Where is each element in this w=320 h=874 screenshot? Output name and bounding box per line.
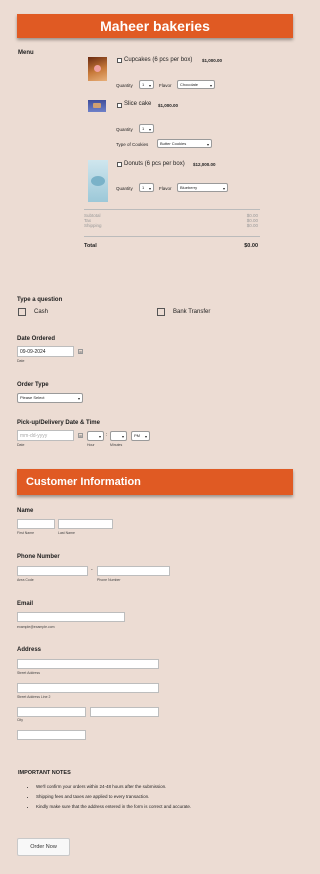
cupcake-image bbox=[88, 57, 107, 81]
cash-checkbox[interactable] bbox=[18, 308, 26, 316]
email-label: Email bbox=[17, 601, 34, 607]
bank-transfer-checkbox[interactable] bbox=[157, 308, 165, 316]
chevron-down-icon: ▾ bbox=[98, 434, 101, 439]
name-label: Name bbox=[17, 508, 34, 514]
street-address-2-input[interactable] bbox=[17, 683, 159, 693]
menu-label: Menu bbox=[18, 50, 34, 56]
divider bbox=[84, 209, 260, 210]
customer-info-heading: Customer Information bbox=[17, 469, 293, 495]
cookie-type-select[interactable]: Butter Cookies ▾ bbox=[157, 139, 212, 148]
order-type-label: Order Type bbox=[17, 382, 49, 388]
donuts-checkbox[interactable] bbox=[117, 162, 122, 167]
note-item: We'll confirm your orders within 24-48 h… bbox=[36, 782, 306, 792]
chevron-down-icon: ▾ bbox=[144, 434, 147, 439]
chevron-down-icon: ▾ bbox=[121, 434, 124, 439]
notes-title: IMPORTANT NOTES bbox=[18, 770, 71, 776]
area-code-sub: Area Code bbox=[17, 578, 34, 582]
product-name: Cupcakes (6 pcs per box) bbox=[124, 57, 193, 63]
chevron-down-icon: ▾ bbox=[206, 142, 209, 147]
date-sub: Date bbox=[17, 359, 25, 363]
quantity-select[interactable]: 1 ▾ bbox=[139, 80, 154, 89]
chevron-down-icon: ▾ bbox=[148, 186, 151, 191]
product-name: Donuts (6 pcs per box) bbox=[124, 161, 185, 167]
date-ordered-label: Date Ordered bbox=[17, 336, 56, 342]
chevron-down-icon: ▾ bbox=[209, 83, 212, 88]
quantity-select[interactable]: 1 ▾ bbox=[139, 124, 154, 133]
last-name-sub: Last Name bbox=[58, 531, 75, 535]
summary-values: $0.00 $0.00 $0.00 bbox=[246, 213, 258, 228]
divider bbox=[84, 236, 260, 237]
product-price: $1,000.00 bbox=[202, 58, 223, 63]
quantity-label: Quantity bbox=[116, 83, 133, 88]
donuts-image bbox=[88, 160, 108, 202]
first-name-input[interactable] bbox=[17, 519, 55, 529]
slice-cake-image bbox=[88, 100, 106, 112]
minutes-sub: Minutes bbox=[110, 443, 123, 447]
minutes-select[interactable]: ▾ bbox=[110, 431, 127, 441]
quantity-label: Quantity bbox=[116, 186, 133, 191]
slice-cake-checkbox[interactable] bbox=[117, 103, 122, 108]
email-input[interactable] bbox=[17, 612, 125, 622]
hour-sub: Hour bbox=[87, 443, 95, 447]
chevron-down-icon: ▾ bbox=[222, 186, 225, 191]
last-name-input[interactable] bbox=[58, 519, 113, 529]
total-label: Total bbox=[84, 243, 97, 249]
chevron-down-icon: ▾ bbox=[148, 127, 151, 132]
total-value: $0.00 bbox=[244, 243, 258, 249]
state-input[interactable] bbox=[90, 707, 159, 717]
cookie-type-label: Type of Cookies bbox=[116, 142, 149, 147]
order-now-button[interactable]: Order Now bbox=[17, 838, 70, 856]
calendar-icon[interactable]: ▦ bbox=[78, 349, 83, 354]
city-input[interactable] bbox=[17, 707, 86, 717]
summary-labels: Subtotal Tax Shipping bbox=[84, 213, 102, 228]
flavor-select[interactable]: Blueberry ▾ bbox=[177, 183, 228, 192]
flavor-label: Flavor bbox=[159, 186, 172, 191]
hour-select[interactable]: ▾ bbox=[87, 431, 104, 441]
email-sub: example@example.com bbox=[17, 625, 55, 629]
street-address-input[interactable] bbox=[17, 659, 159, 669]
quantity-label: Quantity bbox=[116, 127, 133, 132]
street-address-sub: Street Address bbox=[17, 671, 40, 675]
product-name: Slice cake bbox=[124, 101, 152, 107]
area-code-input[interactable] bbox=[17, 566, 88, 576]
chevron-down-icon: ▾ bbox=[148, 83, 151, 88]
calendar-icon[interactable]: ▦ bbox=[78, 433, 83, 438]
chevron-down-icon: ▾ bbox=[77, 396, 80, 401]
notes-list: We'll confirm your orders within 24-48 h… bbox=[16, 782, 306, 812]
order-type-select[interactable]: Please Select ▾ bbox=[17, 393, 83, 403]
product-price: $12,000.00 bbox=[193, 162, 216, 167]
phone-number-sub: Phone Number bbox=[97, 578, 121, 582]
pickup-date-input[interactable]: mm-dd-yyyy bbox=[17, 430, 74, 441]
note-item: Shipping fees and taxes are applied to e… bbox=[36, 792, 306, 802]
phone-dash: - bbox=[91, 567, 93, 573]
product-price: $1,000.00 bbox=[158, 103, 179, 108]
note-item: Kindly make sure that the address entere… bbox=[36, 802, 306, 812]
time-separator: : bbox=[106, 432, 108, 438]
phone-number-input[interactable] bbox=[97, 566, 170, 576]
phone-label: Phone Number bbox=[17, 554, 60, 560]
ampm-select[interactable]: PM ▾ bbox=[131, 431, 150, 441]
date-ordered-input[interactable]: 09-09-2024 bbox=[17, 346, 74, 357]
page-title: Maheer bakeries bbox=[17, 14, 293, 38]
date-sub: Date bbox=[17, 443, 25, 447]
pickup-label: Pick-up/Delivery Date & Time bbox=[17, 420, 100, 426]
flavor-select[interactable]: Chocolate ▾ bbox=[177, 80, 215, 89]
cupcakes-checkbox[interactable] bbox=[117, 58, 122, 63]
cash-label: Cash bbox=[34, 309, 49, 315]
bank-transfer-label: Bank Transfer bbox=[173, 309, 211, 315]
quantity-select[interactable]: 1 ▾ bbox=[139, 183, 154, 192]
address-label: Address bbox=[17, 647, 42, 653]
street-address-2-sub: Street Address Line 2 bbox=[17, 695, 51, 699]
postal-code-input[interactable] bbox=[17, 730, 86, 740]
first-name-sub: First Name bbox=[17, 531, 35, 535]
city-sub: City bbox=[17, 718, 24, 722]
question-label: Type a question bbox=[17, 297, 63, 303]
flavor-label: Flavor bbox=[159, 83, 172, 88]
